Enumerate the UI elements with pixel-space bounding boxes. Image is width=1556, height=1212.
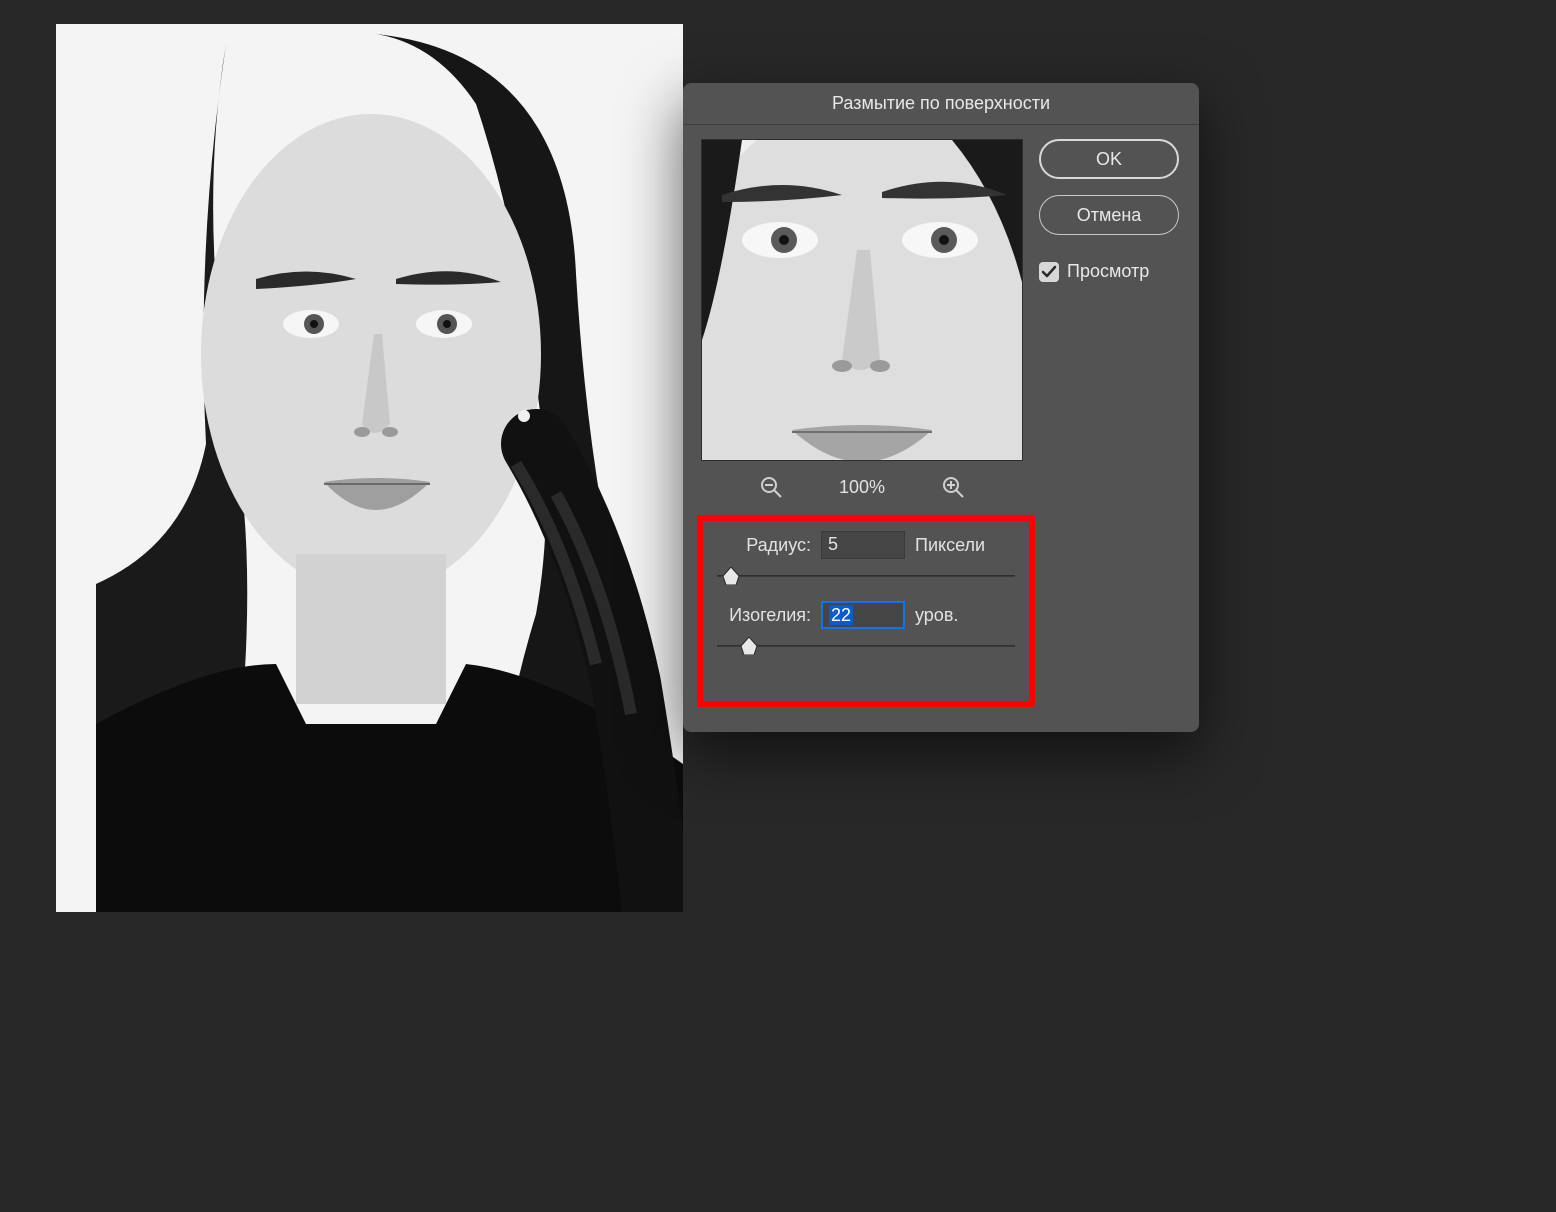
radius-unit: Пиксели: [915, 535, 985, 556]
dialog-titlebar[interactable]: Размытие по поверхности: [683, 83, 1199, 125]
threshold-unit: уров.: [915, 605, 958, 626]
preview-label: Просмотр: [1067, 261, 1149, 282]
canvas-image: [56, 24, 683, 912]
preview-checkbox[interactable]: [1039, 262, 1059, 282]
threshold-row: Изогелия: 22 уров.: [717, 601, 1015, 629]
threshold-label: Изогелия:: [717, 605, 811, 626]
threshold-slider[interactable]: [717, 635, 1015, 657]
cancel-button[interactable]: Отмена: [1039, 195, 1179, 235]
ok-button[interactable]: OK: [1039, 139, 1179, 179]
preview-image[interactable]: [701, 139, 1023, 461]
dialog-title: Размытие по поверхности: [832, 93, 1050, 114]
radius-input[interactable]: 5: [821, 531, 905, 559]
surface-blur-dialog: Размытие по поверхности: [683, 83, 1199, 732]
parameters-highlight: Радиус: 5 Пиксели Изогелия: 22 уров.: [697, 515, 1035, 707]
zoom-level: 100%: [839, 477, 885, 498]
zoom-in-icon[interactable]: [941, 475, 965, 499]
radius-slider[interactable]: [717, 565, 1015, 587]
radius-row: Радиус: 5 Пиксели: [717, 531, 1015, 559]
radius-label: Радиус:: [717, 535, 811, 556]
threshold-input[interactable]: 22: [821, 601, 905, 629]
zoom-out-icon[interactable]: [759, 475, 783, 499]
